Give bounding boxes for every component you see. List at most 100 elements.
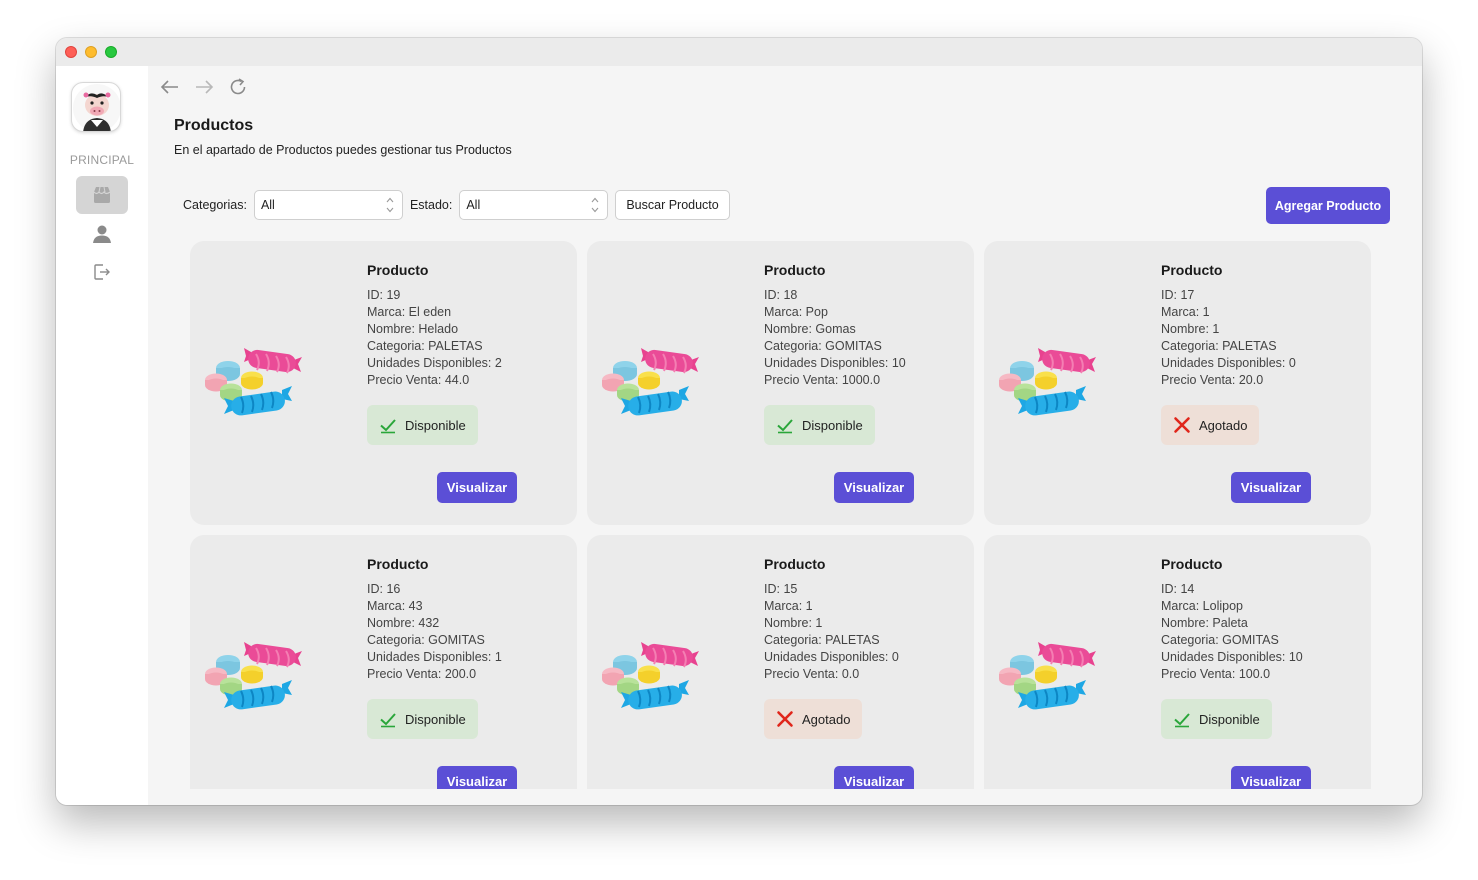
product-id: ID: 18 [764, 288, 798, 302]
product-units: Unidades Disponibles: 10 [1161, 650, 1303, 664]
title-bar [56, 38, 1422, 66]
sidebar-item-products[interactable] [76, 176, 128, 214]
category-filter-label: Categorias: [183, 198, 247, 212]
product-card: Producto ID: 14 Marca: Lolipop Nombre: P… [984, 535, 1371, 789]
sidebar: PRINCIPAL [56, 66, 148, 805]
status-badge-text: Disponible [405, 417, 466, 433]
check-icon [380, 419, 396, 434]
status-badge: Disponible [367, 699, 478, 739]
product-units: Unidades Disponibles: 2 [367, 356, 502, 370]
status-badge: Disponible [367, 405, 478, 445]
view-product-button[interactable]: Visualizar [1231, 766, 1311, 789]
status-badge: Disponible [1161, 699, 1272, 739]
product-title: Producto [367, 556, 429, 572]
product-name: Nombre: 1 [1161, 322, 1220, 336]
product-id: ID: 14 [1161, 582, 1195, 596]
product-brand: Marca: El eden [367, 305, 452, 319]
status-filter-label: Estado: [409, 198, 453, 212]
product-name: Nombre: 432 [367, 616, 440, 630]
status-badge-text: Disponible [1199, 711, 1260, 727]
product-units: Unidades Disponibles: 0 [764, 650, 899, 664]
add-product-button[interactable]: Agregar Producto [1266, 187, 1390, 224]
product-id: ID: 19 [367, 288, 401, 302]
product-units: Unidades Disponibles: 1 [367, 650, 502, 664]
product-card: Producto ID: 16 Marca: 43 Nombre: 432 Ca… [190, 535, 577, 789]
product-category: Categoria: PALETAS [764, 633, 880, 647]
product-card: Producto ID: 18 Marca: Pop Nombre: Gomas… [587, 241, 974, 525]
candy-image [999, 348, 1096, 416]
product-units: Unidades Disponibles: 0 [1161, 356, 1296, 370]
product-price: Precio Venta: 0.0 [764, 667, 860, 681]
sidebar-section-label: PRINCIPAL [69, 153, 135, 167]
product-card: Producto ID: 17 Marca: 1 Nombre: 1 Categ… [984, 241, 1371, 525]
forward-arrow-icon[interactable] [193, 76, 215, 98]
product-price: Precio Venta: 20.0 [1161, 373, 1264, 387]
page-subtitle: En el apartado de Productos puedes gesti… [174, 143, 512, 157]
user-icon [93, 225, 111, 243]
sidebar-item-logout[interactable] [76, 253, 128, 291]
select-arrows-icon [591, 197, 599, 213]
main-content: Productos En el apartado de Productos pu… [148, 66, 1422, 805]
product-name: Nombre: Paleta [1161, 616, 1248, 630]
view-product-button[interactable]: Visualizar [1231, 472, 1311, 503]
cow-mascot-icon [73, 84, 120, 131]
app-logo-avatar[interactable] [71, 82, 121, 132]
product-brand: Marca: Pop [764, 305, 828, 319]
reload-icon[interactable] [227, 76, 249, 98]
candy-image [205, 642, 302, 710]
candy-image [602, 348, 699, 416]
back-arrow-icon[interactable] [159, 76, 181, 98]
candy-image [602, 642, 699, 710]
product-title: Producto [764, 262, 826, 278]
sidebar-item-users[interactable] [76, 215, 128, 253]
status-badge: Agotado [1161, 405, 1260, 445]
candy-image [205, 348, 302, 416]
check-icon [1174, 713, 1190, 728]
product-units: Unidades Disponibles: 10 [764, 356, 906, 370]
candy-image [999, 642, 1096, 710]
product-name: Nombre: Helado [367, 322, 459, 336]
category-select[interactable]: All [253, 190, 403, 220]
product-category: Categoria: GOMITAS [367, 633, 485, 647]
product-name: Nombre: Gomas [764, 322, 856, 336]
product-price: Precio Venta: 1000.0 [764, 373, 881, 387]
app-window: PRINCIPAL Productos En el apartado de Pr… [56, 38, 1422, 805]
product-title: Producto [764, 556, 826, 572]
logout-icon [94, 264, 110, 280]
product-name: Nombre: 1 [764, 616, 823, 630]
status-badge-text: Disponible [405, 711, 466, 727]
minimize-window-button[interactable] [85, 46, 97, 58]
view-product-button[interactable]: Visualizar [834, 472, 914, 503]
product-grid: Producto ID: 19 Marca: El eden Nombre: H… [190, 241, 1386, 789]
product-id: ID: 17 [1161, 288, 1195, 302]
status-badge-text: Disponible [802, 417, 863, 433]
view-product-button[interactable]: Visualizar [437, 472, 517, 503]
product-category: Categoria: GOMITAS [764, 339, 882, 353]
cross-icon [1174, 417, 1190, 433]
filter-bar: Categorias: All Estado: All Buscar Produ… [183, 190, 730, 220]
store-icon [93, 186, 111, 203]
category-select-value: All [260, 198, 275, 212]
maximize-window-button[interactable] [105, 46, 117, 58]
status-badge-text: Agotado [1199, 417, 1248, 433]
product-price: Precio Venta: 100.0 [1161, 667, 1271, 681]
check-icon [380, 713, 396, 728]
select-arrows-icon [386, 197, 394, 213]
close-window-button[interactable] [65, 46, 77, 58]
status-select[interactable]: All [459, 190, 609, 220]
search-product-button[interactable]: Buscar Producto [615, 190, 730, 220]
status-badge: Agotado [764, 699, 863, 739]
view-product-button[interactable]: Visualizar [834, 766, 914, 789]
product-category: Categoria: GOMITAS [1161, 633, 1279, 647]
page-title: Productos [174, 117, 254, 134]
product-card: Producto ID: 19 Marca: El eden Nombre: H… [190, 241, 577, 525]
product-category: Categoria: PALETAS [367, 339, 483, 353]
check-icon [777, 419, 793, 434]
product-card: Producto ID: 15 Marca: 1 Nombre: 1 Categ… [587, 535, 974, 789]
product-brand: Marca: 43 [367, 599, 423, 613]
product-brand: Marca: 1 [764, 599, 813, 613]
status-select-value: All [466, 198, 481, 212]
product-title: Producto [1161, 556, 1223, 572]
view-product-button[interactable]: Visualizar [437, 766, 517, 789]
cross-icon [777, 711, 793, 727]
